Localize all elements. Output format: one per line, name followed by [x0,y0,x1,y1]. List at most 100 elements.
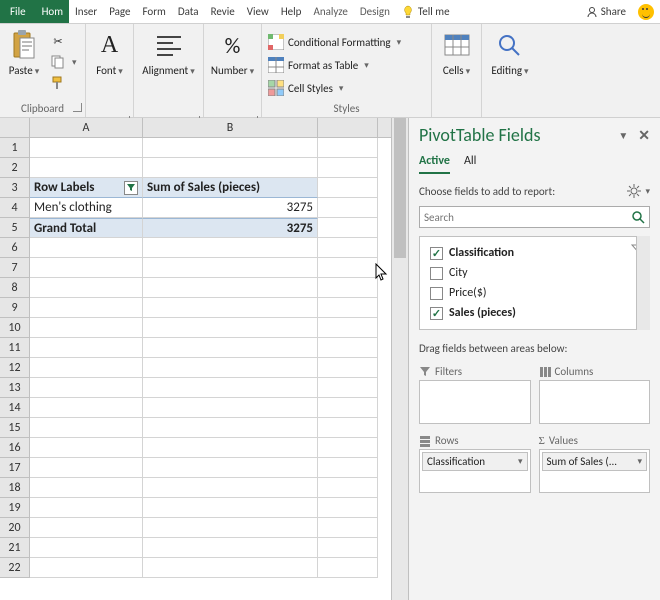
row-header[interactable]: 5 [0,218,30,238]
cell[interactable] [30,438,143,458]
cell[interactable] [143,358,318,378]
tab-home[interactable]: Hom [36,0,69,23]
row-header[interactable]: 7 [0,258,30,278]
format-painter-button[interactable] [48,74,79,92]
cell[interactable] [318,198,378,218]
cell[interactable] [30,138,143,158]
cell[interactable] [30,518,143,538]
cell[interactable] [143,418,318,438]
row-header[interactable]: 2 [0,158,30,178]
cell[interactable]: Grand Total [30,218,143,238]
row-header[interactable]: 6 [0,238,30,258]
vertical-scrollbar[interactable] [391,118,408,600]
cell[interactable] [318,438,378,458]
field-search-input[interactable] [424,211,631,224]
tab-analyze[interactable]: Analyze [307,0,353,23]
row-header[interactable]: 3 [0,178,30,198]
row-header[interactable]: 9 [0,298,30,318]
row-header[interactable]: 19 [0,498,30,518]
cell[interactable] [143,378,318,398]
row-header[interactable]: 10 [0,318,30,338]
cell[interactable] [143,158,318,178]
cell[interactable] [143,438,318,458]
column-header-C[interactable] [318,118,378,137]
cell[interactable]: Sum of Sales (pieces) [143,178,318,198]
share-button[interactable]: Share [580,0,632,23]
field-city[interactable]: City [424,263,645,283]
pane-tools-button[interactable]: ▾ [627,184,650,198]
cell[interactable] [30,258,143,278]
conditional-formatting-button[interactable]: Conditional Formatting▾ [266,33,403,51]
cell[interactable] [143,318,318,338]
cell[interactable] [143,138,318,158]
row-header[interactable]: 16 [0,438,30,458]
cell[interactable]: Row Labels [30,178,143,198]
field-sales[interactable]: Sales (pieces) [424,303,645,323]
cell[interactable] [318,178,378,198]
cell[interactable] [318,258,378,278]
cell[interactable] [318,218,378,238]
cell[interactable] [30,238,143,258]
cell[interactable] [318,418,378,438]
cell[interactable] [30,398,143,418]
rows-item-classification[interactable]: Classification▾ [422,452,528,471]
select-all-corner[interactable] [0,118,30,137]
cell[interactable] [30,278,143,298]
cell[interactable] [318,158,378,178]
cell[interactable] [30,338,143,358]
cell[interactable] [30,498,143,518]
cell[interactable] [143,558,318,578]
cells-group-button[interactable]: Cells▾ [437,29,477,77]
cell[interactable] [30,538,143,558]
cell[interactable] [30,318,143,338]
row-header[interactable]: 17 [0,458,30,478]
tab-help[interactable]: Help [275,0,308,23]
row-header[interactable]: 22 [0,558,30,578]
values-drop-area[interactable]: Sum of Sales (...▾ [539,449,651,493]
row-header[interactable]: 14 [0,398,30,418]
cell[interactable] [143,258,318,278]
cell[interactable] [30,158,143,178]
cell[interactable] [318,278,378,298]
row-header[interactable]: 15 [0,418,30,438]
cell[interactable] [30,478,143,498]
cell[interactable] [143,498,318,518]
cell[interactable] [318,538,378,558]
tab-view[interactable]: View [241,0,275,23]
editing-group-button[interactable]: Editing▾ [487,29,532,77]
tab-design[interactable]: Design [354,0,396,23]
cell[interactable] [318,558,378,578]
cell[interactable] [143,398,318,418]
cell-styles-button[interactable]: Cell Styles▾ [266,79,403,97]
cell[interactable] [318,318,378,338]
feedback-smiley-icon[interactable] [638,4,654,20]
font-group-button[interactable]: A Font▾ [90,29,130,77]
row-header[interactable]: 18 [0,478,30,498]
field-search[interactable] [419,206,650,228]
cell[interactable] [143,298,318,318]
cell[interactable] [30,558,143,578]
column-header-A[interactable]: A [30,118,143,137]
cell[interactable]: 3275 [143,218,318,238]
cell[interactable] [318,298,378,318]
pane-close-button[interactable]: ✕ [638,127,650,144]
column-header-B[interactable]: B [143,118,318,137]
format-as-table-button[interactable]: Format as Table▾ [266,56,403,74]
cell[interactable] [318,398,378,418]
columns-drop-area[interactable] [539,380,651,424]
alignment-group-button[interactable]: Alignment▾ [138,29,199,77]
cell[interactable] [318,378,378,398]
cell[interactable] [143,518,318,538]
paste-button[interactable]: Paste▾ [4,29,44,77]
pane-menu-arrow[interactable]: ▼ [618,129,628,142]
tab-insert[interactable]: Inser [69,0,103,23]
cell[interactable] [143,338,318,358]
tab-formulas[interactable]: Form [136,0,171,23]
tab-page-layout[interactable]: Page [103,0,136,23]
row-labels-filter-button[interactable] [124,181,138,195]
cell[interactable] [30,378,143,398]
cell[interactable] [318,458,378,478]
cell[interactable] [143,278,318,298]
rows-drop-area[interactable]: Classification▾ [419,449,531,493]
cell[interactable] [318,498,378,518]
